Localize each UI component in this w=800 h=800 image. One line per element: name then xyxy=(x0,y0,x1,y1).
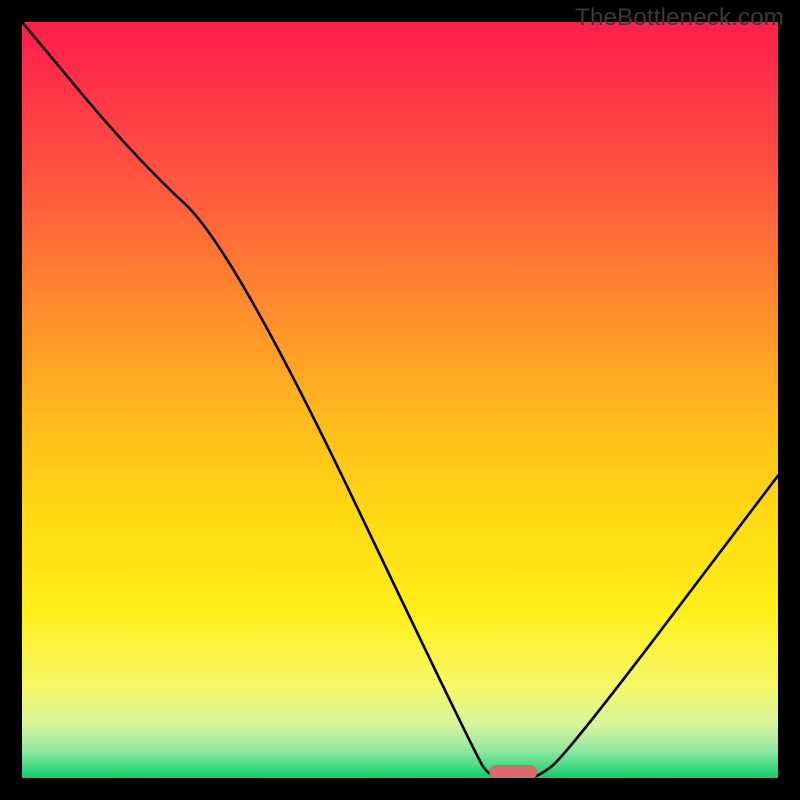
gradient-background xyxy=(22,22,778,778)
chart-svg xyxy=(22,22,778,778)
chart-frame: TheBottleneck.com xyxy=(0,0,800,800)
plot-area xyxy=(22,22,778,778)
optimal-marker xyxy=(489,765,537,778)
watermark-text: TheBottleneck.com xyxy=(575,4,784,32)
